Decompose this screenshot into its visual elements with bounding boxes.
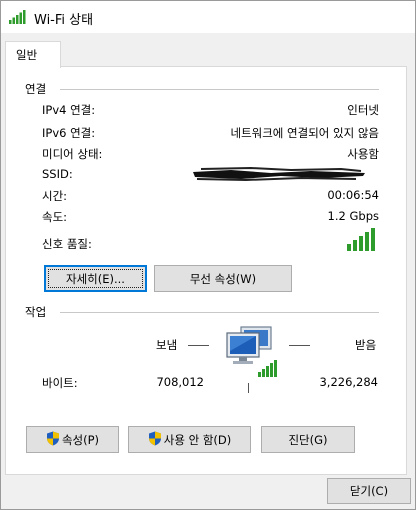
diagnose-button-label: 진단(G) [288,432,328,447]
disable-button-label: 사용 안 함(D) [163,432,232,447]
properties-button[interactable]: 속성(P) [26,426,119,453]
received-line [289,345,310,346]
ipv4-value: 인터넷 [347,103,379,117]
activity-section-label: 작업 [25,305,47,319]
shield-icon [46,431,60,449]
close-button-label: 닫기(C) [349,484,389,498]
tab-general[interactable]: 일반 [5,41,61,68]
shield-icon [148,431,162,449]
connection-section-label: 연결 [25,82,47,96]
received-label: 받음 [355,338,377,352]
activity-divider [60,312,379,313]
wifi-status-window: Wi-Fi 상태 일반 연결 IPv4 연결: 인터넷 IPv6 연결: 네트워… [0,0,416,510]
ipv4-label: IPv4 연결: [42,103,96,117]
disable-button[interactable]: 사용 안 함(D) [128,426,251,453]
close-button[interactable]: 닫기(C) [327,478,411,504]
bytes-label: 바이트: [42,376,78,390]
signal-strength-icon [347,227,377,254]
sent-label: 보냄 [156,338,178,352]
activity-divider-tick [248,383,249,393]
tab-general-label: 일반 [16,48,38,62]
network-computers-icon [223,321,283,386]
title-bar: Wi-Fi 상태 [1,1,415,33]
connection-divider [60,89,379,90]
duration-label: 시간: [42,189,68,203]
bytes-received-value: 3,226,284 [319,375,378,389]
properties-button-label: 속성(P) [61,432,100,447]
ssid-redaction [193,167,365,181]
window-title: Wi-Fi 상태 [34,13,94,28]
speed-label: 속도: [42,210,68,224]
sent-line [188,345,209,346]
details-button[interactable]: 자세히(E)... [44,265,147,292]
ssid-label: SSID: [42,167,73,181]
duration-value: 00:06:54 [327,188,379,202]
wifi-signal-icon [9,10,27,27]
ipv6-value: 네트워크에 연결되어 있지 않음 [230,126,379,140]
ipv6-label: IPv6 연결: [42,126,96,140]
media-state-value: 사용함 [347,147,379,161]
media-state-label: 미디어 상태: [42,147,103,161]
diagnose-button[interactable]: 진단(G) [261,426,355,453]
wireless-properties-button[interactable]: 무선 속성(W) [154,265,292,292]
signal-quality-label: 신호 품질: [42,237,92,251]
speed-value: 1.2 Gbps [327,209,379,223]
bytes-sent-value: 708,012 [156,375,204,389]
details-button-label: 자세히(E)... [66,271,125,286]
wireless-properties-label: 무선 속성(W) [189,271,257,286]
